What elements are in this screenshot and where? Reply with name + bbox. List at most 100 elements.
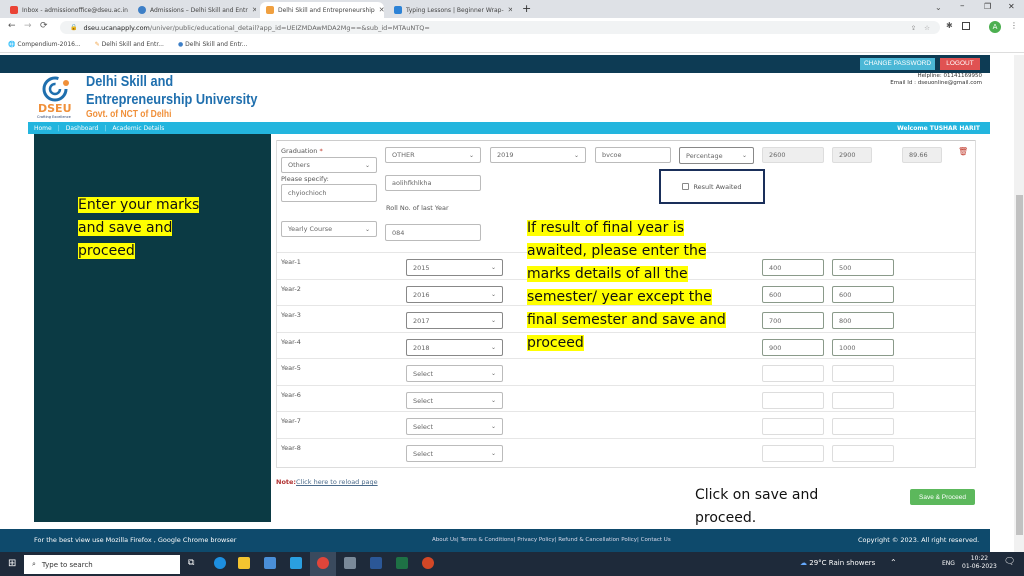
select-value: 2017 xyxy=(413,316,430,325)
grading-select[interactable]: Percentage ⌄ xyxy=(679,147,754,164)
annotation-bottom: Click on save and proceed. xyxy=(695,487,819,526)
calculator-icon[interactable] xyxy=(344,557,356,569)
powerpoint-icon[interactable] xyxy=(422,557,434,569)
reload-icon[interactable]: ⟳ xyxy=(40,21,48,31)
close-tab-icon[interactable]: ✕ xyxy=(508,6,512,14)
share-icon[interactable]: ⇪ xyxy=(911,24,916,32)
back-icon[interactable]: ← xyxy=(8,21,16,31)
year-obtained-marks-input[interactable] xyxy=(762,418,824,435)
profile-avatar[interactable]: A xyxy=(989,21,1001,33)
year-select[interactable]: Select ⌄ xyxy=(406,418,503,435)
weather[interactable]: ☁ 29°C Rain showers xyxy=(800,559,875,567)
year-obtained-marks-input[interactable]: 900 xyxy=(762,339,824,356)
please-specify-input[interactable]: chyiochioch xyxy=(281,184,377,202)
close-tab-icon[interactable]: ✕ xyxy=(252,6,256,14)
max-marks-input[interactable]: 2900 xyxy=(832,147,872,163)
year-max-marks-input[interactable] xyxy=(832,392,894,409)
bookmark-dseu-1[interactable]: ✎ Delhi Skill and Entr... xyxy=(95,41,164,48)
board-select[interactable]: OTHER ⌄ xyxy=(385,147,481,163)
tab-typing[interactable]: Typing Lessons | Beginner Wrap- ✕ xyxy=(388,2,512,18)
menu-icon[interactable]: ⋮ xyxy=(1010,21,1018,30)
institute-input[interactable]: bvcoe xyxy=(595,147,671,163)
year-label: Year-4 xyxy=(281,338,301,346)
notification-icon[interactable]: 🗨 xyxy=(1004,557,1015,567)
clock[interactable]: 10:22 01-06-2023 xyxy=(962,555,997,571)
mail-icon[interactable] xyxy=(290,557,302,569)
language-indicator[interactable]: ENG xyxy=(942,560,955,567)
restore-icon[interactable]: ❐ xyxy=(984,2,991,11)
scrollbar-thumb[interactable] xyxy=(1016,195,1023,535)
nav-dashboard[interactable]: Dashboard xyxy=(66,125,99,132)
bookmark-compendium[interactable]: 🌐 Compendium-2016... xyxy=(8,41,81,48)
windows-start-icon[interactable]: ⊞ xyxy=(8,558,16,569)
year-obtained-marks-input[interactable]: 400 xyxy=(762,259,824,276)
tray-chevron-icon[interactable]: ⌃ xyxy=(890,558,897,567)
tab-dseu-active[interactable]: Delhi Skill and Entrepreneurship ✕ xyxy=(260,2,384,18)
year-max-marks-input[interactable]: 1000 xyxy=(832,339,894,356)
logout-button[interactable]: LOGOUT xyxy=(940,58,980,70)
dseu-logo-icon xyxy=(42,75,72,103)
select-value: 2015 xyxy=(413,263,430,272)
extensions-icon[interactable]: ✱ xyxy=(946,21,953,30)
year-select[interactable]: 2017 ⌄ xyxy=(406,312,503,329)
other-specify-input[interactable]: aolihfkhlkha xyxy=(385,175,481,191)
url-host: dseu.ucanapply.com xyxy=(83,23,150,32)
year-obtained-marks-input[interactable] xyxy=(762,445,824,462)
year-select[interactable]: Select ⌄ xyxy=(406,365,503,382)
year-max-marks-input[interactable]: 500 xyxy=(832,259,894,276)
course-type-select[interactable]: Yearly Course ⌄ xyxy=(281,221,377,237)
year-select[interactable]: 2016 ⌄ xyxy=(406,286,503,303)
year-max-marks-input[interactable] xyxy=(832,445,894,462)
taskbar-search[interactable]: ⌕ Type to search xyxy=(24,555,180,574)
minimize-icon[interactable]: – xyxy=(960,1,965,11)
year-select[interactable]: 2018 ⌄ xyxy=(406,339,503,356)
year-select[interactable]: Select ⌄ xyxy=(406,392,503,409)
excel-icon[interactable] xyxy=(396,557,408,569)
new-tab-button[interactable]: + xyxy=(522,2,531,15)
email-id: Email Id : dseuonline@gmail.com xyxy=(890,80,982,86)
forward-icon[interactable]: → xyxy=(24,21,32,31)
govt-label: Govt. of NCT of Delhi xyxy=(86,109,172,120)
year-obtained-marks-input[interactable]: 600 xyxy=(762,286,824,303)
passing-year-select[interactable]: 2019 ⌄ xyxy=(490,147,586,163)
chevron-down-icon: ⌄ xyxy=(468,151,474,159)
word-icon[interactable] xyxy=(370,557,382,569)
tab-admissions[interactable]: Admissions – Delhi Skill and Entr ✕ xyxy=(132,2,256,18)
year-max-marks-input[interactable] xyxy=(832,365,894,382)
obtained-marks-input[interactable]: 2600 xyxy=(762,147,824,163)
edge-icon[interactable] xyxy=(214,557,226,569)
roll-no-input[interactable]: 084 xyxy=(385,224,481,241)
task-view-icon[interactable]: ⧉ xyxy=(188,558,194,568)
close-tab-icon[interactable]: ✕ xyxy=(379,6,384,14)
url-bar[interactable]: 🔒 dseu.ucanapply.com /univer/public/educ… xyxy=(60,21,940,34)
footer-links[interactable]: About Us| Terms & Conditions| Privacy Po… xyxy=(432,537,671,543)
year-select[interactable]: Select ⌄ xyxy=(406,445,503,462)
tab-search-icon[interactable]: ⌄ xyxy=(935,3,942,12)
year-max-marks-input[interactable]: 800 xyxy=(832,312,894,329)
year-obtained-marks-input[interactable]: 700 xyxy=(762,312,824,329)
nav-academic-details[interactable]: Academic Details xyxy=(112,125,164,132)
reload-page-link[interactable]: Click here to reload page xyxy=(296,478,378,486)
chrome-icon[interactable] xyxy=(317,557,329,569)
close-window-icon[interactable]: ✕ xyxy=(1008,2,1015,11)
year-max-marks-input[interactable]: 600 xyxy=(832,286,894,303)
delete-icon[interactable]: 🗑 xyxy=(958,147,968,156)
result-awaited-checkbox[interactable] xyxy=(682,183,690,190)
percentage-input[interactable]: 89.66 xyxy=(902,147,942,163)
store-icon[interactable] xyxy=(264,557,276,569)
file-explorer-icon[interactable] xyxy=(238,557,250,569)
year-obtained-marks-input[interactable] xyxy=(762,392,824,409)
helpline: Helpline: 01141169950 xyxy=(917,73,982,79)
nav-home[interactable]: Home xyxy=(34,125,52,132)
year-max-marks-input[interactable] xyxy=(832,418,894,435)
bookmark-dseu-2[interactable]: ● Delhi Skill and Entr... xyxy=(178,41,248,48)
qualification-select[interactable]: Others ⌄ xyxy=(281,157,377,173)
bookmark-star-icon[interactable]: ☆ xyxy=(924,24,930,32)
side-panel-icon[interactable] xyxy=(962,22,970,30)
change-password-button[interactable]: CHANGE PASSWORD xyxy=(860,58,935,70)
tab-title: Delhi Skill and Entrepreneurship xyxy=(278,6,375,14)
save-proceed-button[interactable]: Save & Proceed xyxy=(910,489,975,505)
year-obtained-marks-input[interactable] xyxy=(762,365,824,382)
tab-gmail[interactable]: Inbox - admissionoffice@dseu.ac.in ✕ xyxy=(4,2,128,18)
year-select[interactable]: 2015 ⌄ xyxy=(406,259,503,276)
